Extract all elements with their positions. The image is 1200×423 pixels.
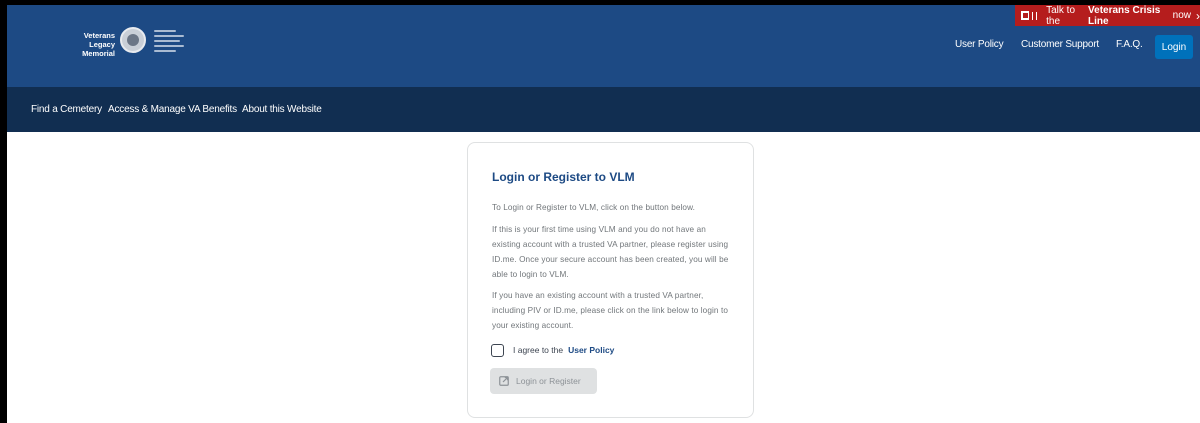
nav-item-about[interactable]: About this Website [242, 104, 322, 115]
header-login-button[interactable]: Login [1155, 35, 1193, 59]
user-policy-link[interactable]: User Policy [568, 345, 614, 355]
crisis-line-icon [1021, 11, 1029, 20]
card-existing-account-text: If you have an existing account with a t… [492, 291, 728, 330]
agree-label: I agree to the [513, 345, 564, 355]
login-register-button[interactable]: Login or Register [490, 368, 597, 394]
chevron-right-icon: › [1196, 8, 1200, 23]
card-intro-text: To Login or Register to VLM, click on th… [492, 203, 696, 212]
nav-item-find-cemetery[interactable]: Find a Cemetery [31, 104, 102, 115]
agree-row: I agree to the User Policy [491, 343, 614, 357]
header-link-customer-support[interactable]: Customer Support [1021, 39, 1099, 50]
crisis-line-bars-icon [1031, 11, 1038, 20]
va-seal-icon [120, 27, 146, 53]
crisis-bold: Veterans Crisis Line [1088, 4, 1161, 27]
external-link-icon [499, 376, 509, 386]
login-register-label: Login or Register [516, 376, 581, 386]
window-frame-left [0, 0, 7, 423]
card-first-time-text: If this is your first time using VLM and… [492, 225, 729, 279]
login-card: Login or Register to VLM To Login or Reg… [467, 142, 754, 418]
header-link-faq[interactable]: F.A.Q. [1116, 39, 1143, 50]
header-link-user-policy[interactable]: User Policy [955, 39, 1004, 50]
crisis-line-link[interactable]: Talk to the Veterans Crisis Line now › [1015, 4, 1200, 27]
nav-item-va-benefits[interactable]: Access & Manage VA Benefits [108, 104, 237, 115]
vlm-logo-text[interactable]: Veterans Legacy Memorial [60, 31, 115, 58]
va-wordmark-icon [154, 30, 184, 55]
card-title: Login or Register to VLM [492, 170, 635, 184]
crisis-prefix: Talk to the [1046, 4, 1076, 27]
agree-checkbox[interactable] [491, 343, 504, 357]
crisis-suffix: now [1172, 10, 1192, 21]
